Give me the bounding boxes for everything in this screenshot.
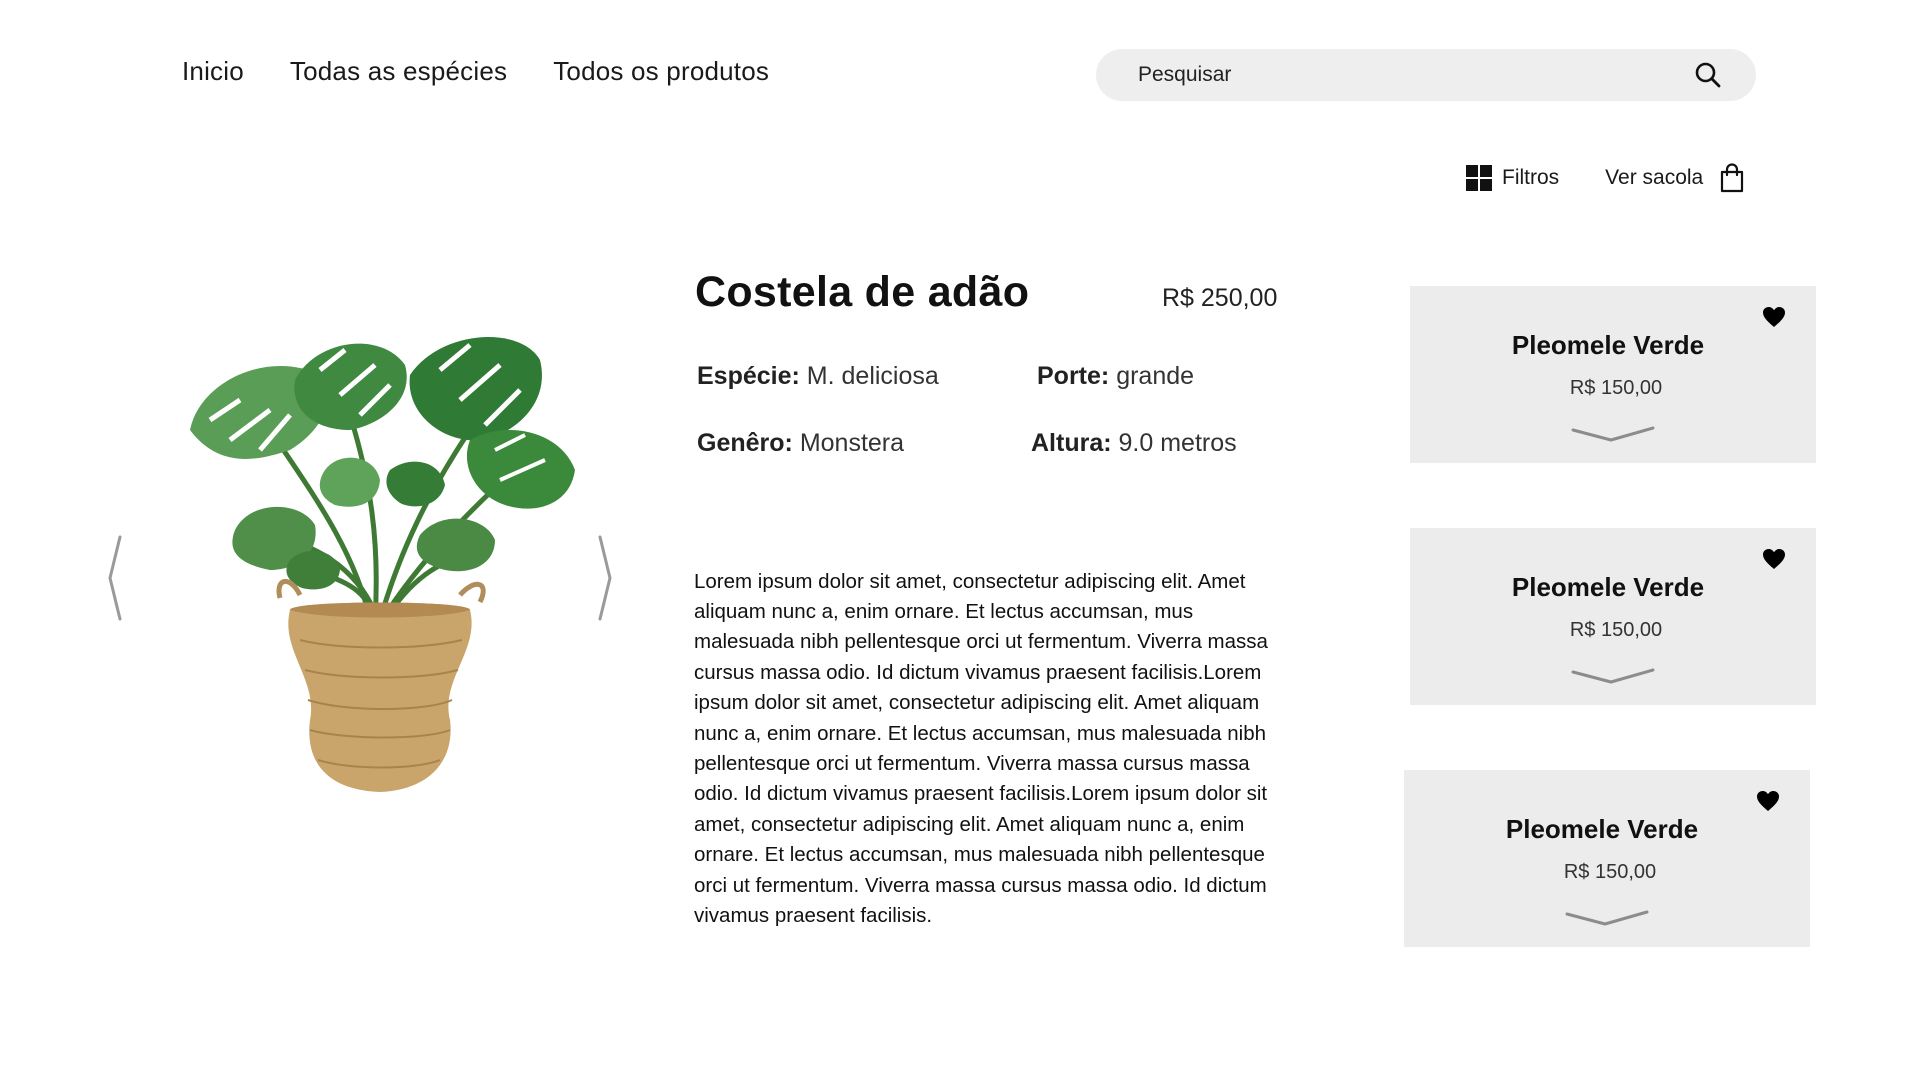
product-page: Inicio Todas as espécies Todos os produt… [0, 0, 1920, 1080]
search-bar [1096, 49, 1756, 101]
card-product-name: Pleomele Verde [1511, 330, 1705, 360]
nav-link-inicio[interactable]: Inicio [182, 56, 244, 87]
plant-image [190, 337, 575, 792]
attribute-value: Monstera [799, 429, 905, 457]
view-bag-button[interactable]: Ver sacola [1605, 163, 1745, 193]
toolbar: Filtros Ver sacola [1466, 163, 1745, 193]
heart-icon[interactable] [1762, 548, 1786, 570]
product-image-carousel [100, 320, 630, 800]
related-product-card[interactable]: Pleomele Verde R$ 150,00 [1410, 528, 1816, 705]
card-product-price: R$ 150,00 [1569, 619, 1663, 641]
attribute-altura: Altura: 9.0 metros [1031, 429, 1237, 458]
attribute-genero: Genêro: Monstera [697, 429, 904, 458]
search-button[interactable] [1682, 49, 1734, 101]
heart-icon[interactable] [1756, 790, 1780, 812]
attribute-value: M. deliciosa [806, 362, 939, 390]
filters-button[interactable]: Filtros [1466, 165, 1559, 191]
attribute-label: Porte: [1037, 362, 1110, 390]
attribute-label: Altura: [1031, 429, 1112, 457]
view-bag-label: Ver sacola [1605, 166, 1704, 189]
filters-label: Filtros [1502, 166, 1560, 189]
card-product-price: R$ 150,00 [1569, 377, 1663, 399]
grid-icon [1466, 165, 1492, 191]
attribute-value: 9.0 metros [1118, 429, 1237, 457]
related-product-card[interactable]: Pleomele Verde R$ 150,00 [1410, 286, 1816, 463]
nav-link-todos-produtos[interactable]: Todos os produtos [553, 56, 769, 87]
search-icon [1695, 62, 1721, 88]
related-product-card[interactable]: Pleomele Verde R$ 150,00 [1404, 770, 1810, 947]
product-description: Lorem ipsum dolor sit amet, consectetur … [694, 569, 1268, 927]
chevron-down-icon[interactable] [1571, 424, 1655, 444]
attribute-porte: Porte: grande [1037, 362, 1194, 391]
search-input[interactable] [1096, 62, 1682, 88]
chevron-right-icon[interactable] [596, 535, 622, 621]
attribute-especie: Espécie: M. deliciosa [697, 362, 939, 391]
attribute-label: Genêro: [697, 429, 793, 457]
card-product-price: R$ 150,00 [1563, 861, 1657, 883]
chevron-down-icon[interactable] [1571, 666, 1655, 686]
card-product-name: Pleomele Verde [1511, 572, 1705, 602]
main-nav: Inicio Todas as espécies Todos os produt… [182, 56, 769, 87]
product-title: Costela de adão [695, 268, 1030, 316]
nav-link-todas-especies[interactable]: Todas as espécies [290, 56, 507, 87]
attribute-value: grande [1116, 362, 1195, 390]
chevron-left-icon[interactable] [106, 535, 132, 621]
attribute-label: Espécie: [697, 362, 800, 390]
shopping-bag-icon [1719, 163, 1745, 193]
heart-icon[interactable] [1762, 306, 1786, 328]
card-product-name: Pleomele Verde [1505, 814, 1699, 844]
product-price: R$ 250,00 [1162, 284, 1278, 312]
chevron-down-icon[interactable] [1565, 908, 1649, 928]
